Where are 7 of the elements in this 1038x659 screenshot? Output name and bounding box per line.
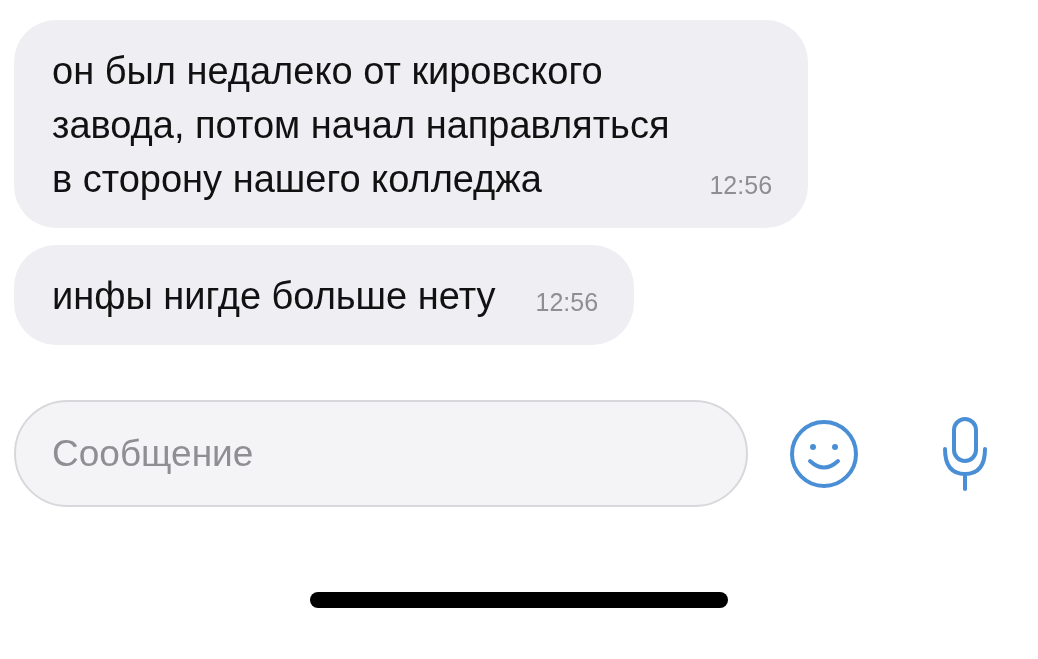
- message-input-field[interactable]: Сообщение: [14, 400, 748, 507]
- message-time: 12:56: [709, 171, 773, 200]
- message-text: он был недалеко от кировского завода, потом начал направляться в сторону нашего колледжа: [52, 49, 670, 202]
- message-text: инфы нигде больше нету: [52, 274, 496, 319]
- message-time: 12:56: [535, 288, 599, 317]
- emoji-icon[interactable]: [788, 417, 860, 490]
- microphone-icon[interactable]: [940, 415, 990, 492]
